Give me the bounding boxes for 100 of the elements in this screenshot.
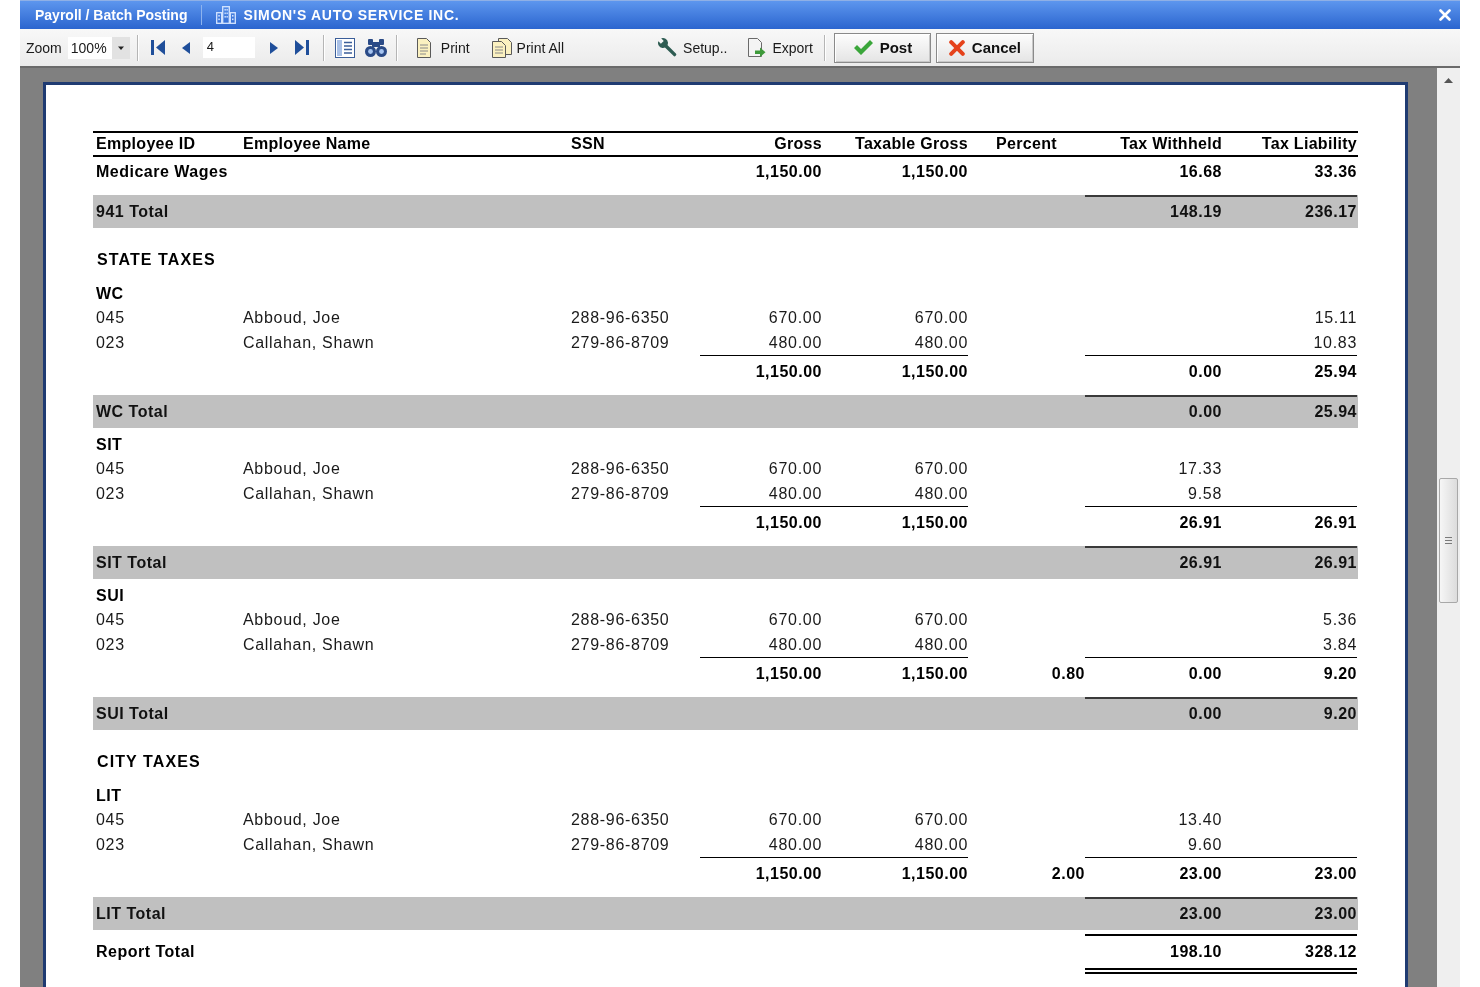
table-cell-text: 16.68 xyxy=(1178,162,1222,182)
table-cell-text: 5.36 xyxy=(1322,610,1357,631)
document-icon xyxy=(415,37,432,58)
table-cell-text: Abboud, Joe xyxy=(242,610,342,631)
table-cell: 198.10 xyxy=(1085,934,1222,974)
table-cell-text: Callahan, Shawn xyxy=(242,634,376,655)
table-cell-text: 15.11 xyxy=(1313,308,1357,329)
table-cell: 26.91 xyxy=(1222,506,1357,546)
setup-button[interactable]: Setup.. xyxy=(652,34,733,61)
table-cell-text: 279-86-8709 xyxy=(570,834,671,855)
table-cell-text: 023 xyxy=(95,332,126,353)
table-cell: 9.20 xyxy=(1222,697,1357,730)
table-cell-text: 2.00 xyxy=(1050,864,1085,884)
table-cell-text: Abboud, Joe xyxy=(242,810,342,831)
table-cell-text: 0.80 xyxy=(1050,664,1085,684)
table-cell-text: 670.00 xyxy=(767,308,822,329)
table-cell-text: 480.00 xyxy=(767,483,822,504)
table-cell-text: 023 xyxy=(95,834,126,855)
table-cell-text: 480.00 xyxy=(767,332,822,353)
group-heading: SIT xyxy=(96,435,123,454)
table-cell: 236.17 xyxy=(1222,195,1357,228)
column-header: Gross xyxy=(773,134,822,154)
table-cell-text: 279-86-8709 xyxy=(570,634,671,655)
grip-icon xyxy=(1445,537,1452,544)
skip-to-start-icon xyxy=(150,40,165,55)
window-title: Payroll / Batch Posting xyxy=(35,7,188,23)
table-cell-text: 480.00 xyxy=(767,834,822,855)
table-cell: 23.00 xyxy=(1085,897,1222,930)
table-cell: 0.00 xyxy=(1085,697,1222,730)
table-cell: 23.00 xyxy=(1222,857,1357,897)
total-label: Report Total xyxy=(95,942,197,962)
table-cell-text: 1,150.00 xyxy=(900,162,968,182)
table-cell-text: 3.84 xyxy=(1322,634,1357,655)
print-all-button[interactable]: Print All xyxy=(485,34,570,61)
table-cell-text: Callahan, Shawn xyxy=(242,834,376,855)
column-header: Tax Liability xyxy=(1260,134,1357,154)
table-cell: 328.12 xyxy=(1222,934,1357,974)
table-cell: 25.94 xyxy=(1222,355,1357,395)
column-header: Taxable Gross xyxy=(854,134,968,154)
cancel-button[interactable]: Cancel xyxy=(935,32,1034,63)
page-number-field[interactable]: 4 xyxy=(202,37,255,58)
table-cell-text: 9.60 xyxy=(1187,834,1222,855)
table-cell-text: 480.00 xyxy=(913,332,968,353)
group-heading: LIT xyxy=(96,786,122,805)
zoom-dropdown[interactable]: 100% xyxy=(67,36,130,59)
table-cell-text: 670.00 xyxy=(913,459,968,480)
table-cell: 0.00 xyxy=(1085,395,1222,428)
table-cell-text: 045 xyxy=(95,610,126,631)
table-cell-text: Callahan, Shawn xyxy=(242,332,376,353)
table-cell: 25.94 xyxy=(1222,395,1357,428)
table-cell-text: 279-86-8709 xyxy=(570,483,671,504)
table-cell-text: 045 xyxy=(95,459,126,480)
list-icon xyxy=(334,37,355,58)
table-cell-text: 480.00 xyxy=(913,483,968,504)
table-cell-text: 670.00 xyxy=(767,610,822,631)
table-cell-text: 10.83 xyxy=(1312,332,1357,353)
table-cell-text: 023 xyxy=(95,634,126,655)
column-header: SSN xyxy=(570,134,606,154)
table-cell-text: Abboud, Joe xyxy=(242,459,342,480)
table-cell: 23.00 xyxy=(1222,897,1357,930)
print-button[interactable]: Print xyxy=(410,34,475,61)
column-header: Percent xyxy=(995,134,1058,154)
column-header: Employee ID xyxy=(95,134,197,154)
table-cell: 148.19 xyxy=(1085,195,1222,228)
table-cell-text: 670.00 xyxy=(767,459,822,480)
table-cell-text: 480.00 xyxy=(913,834,968,855)
table-cell-text: 288-96-6350 xyxy=(570,610,671,631)
close-icon[interactable] xyxy=(1439,9,1451,21)
section-heading: STATE TAXES xyxy=(97,251,216,268)
total-label: LIT Total xyxy=(95,904,167,924)
table-cell-text: Abboud, Joe xyxy=(242,308,342,329)
skip-to-end-icon xyxy=(294,40,309,55)
scrollbar-thumb[interactable] xyxy=(1439,478,1458,603)
documents-icon xyxy=(490,37,513,58)
table-cell-text: 480.00 xyxy=(767,634,822,655)
checkmark-icon xyxy=(852,39,873,56)
zoom-label: Zoom xyxy=(26,39,62,56)
scroll-up-icon[interactable] xyxy=(1444,78,1453,83)
triangle-right-icon xyxy=(269,41,278,54)
building-icon xyxy=(216,6,237,24)
post-button[interactable]: Post xyxy=(833,32,931,63)
binoculars-icon xyxy=(364,37,387,58)
table-cell: 9.20 xyxy=(1222,657,1357,697)
table-cell-text: 670.00 xyxy=(913,810,968,831)
column-header: Tax Withheld xyxy=(1119,134,1222,154)
table-cell-text: 045 xyxy=(95,810,126,831)
table-cell-text: 33.36 xyxy=(1313,162,1357,182)
export-button[interactable]: Export xyxy=(742,34,818,61)
table-cell-text: 17.33 xyxy=(1177,459,1222,480)
table-cell-text: 1,150.00 xyxy=(754,162,822,182)
row-label: Medicare Wages xyxy=(95,162,229,182)
table-cell: 0.00 xyxy=(1085,657,1222,697)
triangle-left-icon xyxy=(181,41,190,54)
table-cell-text: 023 xyxy=(95,483,126,504)
caret-icon xyxy=(111,36,130,59)
table-cell-text: 670.00 xyxy=(913,308,968,329)
scrollbar[interactable] xyxy=(1437,68,1460,987)
table-cell-text: 670.00 xyxy=(767,810,822,831)
table-cell: 0.00 xyxy=(1085,355,1222,395)
total-label: SUI Total xyxy=(95,704,170,724)
